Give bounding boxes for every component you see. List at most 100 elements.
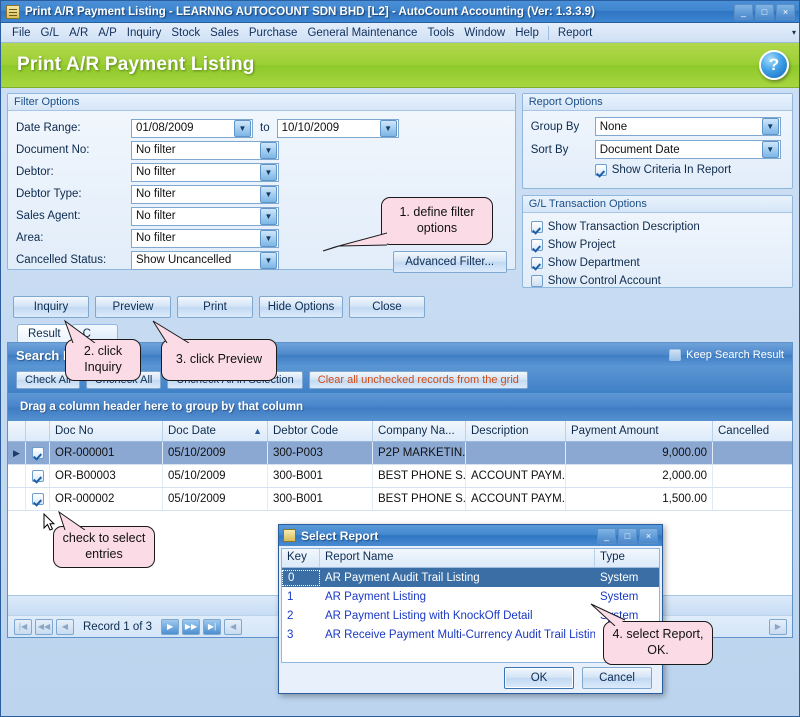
chevron-down-icon[interactable]: ▼: [761, 141, 779, 158]
callout-check-to-select-entries: check to select entries: [53, 526, 155, 568]
chevron-down-icon[interactable]: ▾: [792, 28, 796, 37]
scroll-right-icon[interactable]: ▶: [769, 618, 787, 635]
keep-search-result-label: Keep Search Result: [686, 349, 784, 361]
row-checkbox[interactable]: [26, 442, 50, 464]
group-by-select[interactable]: None ▼: [594, 117, 781, 136]
dialog-icon: [283, 529, 296, 542]
menu-gl[interactable]: G/L: [36, 25, 65, 41]
callout-tail-5: [590, 603, 626, 626]
grid-header-cancelled[interactable]: Cancelled: [713, 421, 800, 441]
close-button[interactable]: Close: [349, 296, 425, 318]
chevron-down-icon[interactable]: ▼: [260, 251, 277, 269]
print-button[interactable]: Print: [177, 296, 253, 318]
gl-options-body: Show Transaction Description Show Projec…: [523, 213, 792, 295]
grid-header-company-name[interactable]: Company Na...: [373, 421, 466, 441]
callout-define-filter-options: 1. define filter options: [381, 197, 493, 245]
area-select[interactable]: No filter ▼: [131, 228, 279, 248]
grid-header-debtor-code[interactable]: Debtor Code: [268, 421, 373, 441]
table-row[interactable]: ▶ OR-000001 05/10/2009 300-P003 P2P MARK…: [8, 442, 792, 465]
callout-tail-4: [58, 510, 86, 530]
menu-ar[interactable]: A/R: [64, 25, 93, 41]
checkbox-icon: [31, 493, 44, 505]
maximize-icon[interactable]: □: [755, 3, 774, 20]
show-criteria-checkbox[interactable]: Show Criteria In Report: [531, 161, 784, 179]
minimize-icon[interactable]: _: [734, 3, 753, 20]
menu-window[interactable]: Window: [459, 25, 510, 41]
menu-tools[interactable]: Tools: [422, 25, 459, 41]
keep-search-result-checkbox[interactable]: Keep Search Result: [669, 349, 784, 361]
chevron-down-icon[interactable]: ▼: [260, 207, 277, 225]
chevron-down-icon[interactable]: ▼: [260, 185, 277, 203]
debtor-select[interactable]: No filter ▼: [131, 162, 279, 182]
menu-sales[interactable]: Sales: [205, 25, 244, 41]
first-record-icon[interactable]: |◀: [14, 618, 32, 635]
chevron-down-icon[interactable]: ▼: [260, 163, 277, 181]
menu-stock[interactable]: Stock: [166, 25, 205, 41]
grid-header-checkbox[interactable]: [26, 421, 50, 441]
hide-options-button[interactable]: Hide Options: [259, 296, 343, 318]
dialog-maximize-icon[interactable]: □: [618, 527, 637, 544]
clear-unchecked-records-button[interactable]: Clear all unchecked records from the gri…: [308, 371, 528, 389]
chevron-down-icon[interactable]: ▼: [761, 118, 779, 135]
report-header-name[interactable]: Report Name: [320, 549, 595, 567]
chevron-down-icon[interactable]: ▼: [260, 141, 277, 159]
menu-general-maintenance[interactable]: General Maintenance: [302, 25, 422, 41]
group-by-drop-area[interactable]: Drag a column header here to group by th…: [8, 393, 792, 421]
table-row[interactable]: OR-000002 05/10/2009 300-B001 BEST PHONE…: [8, 488, 792, 511]
previous-page-icon[interactable]: ◀◀: [35, 618, 53, 635]
menu-file[interactable]: File: [7, 25, 36, 41]
last-record-icon[interactable]: ▶|: [203, 618, 222, 635]
date-from-input[interactable]: 01/08/2009 ▼: [131, 118, 253, 138]
navigator-extra-icon[interactable]: ◀: [224, 618, 243, 635]
next-record-icon[interactable]: ▶: [161, 618, 180, 635]
preview-button[interactable]: Preview: [95, 296, 171, 318]
help-icon[interactable]: ?: [759, 50, 789, 80]
chevron-down-icon[interactable]: ▼: [379, 119, 397, 137]
debtor-type-select[interactable]: No filter ▼: [131, 184, 279, 204]
cancelled-status-select[interactable]: Show Uncancelled ▼: [131, 250, 279, 270]
show-transaction-description-checkbox[interactable]: Show Transaction Description: [530, 218, 784, 236]
row-checkbox[interactable]: [26, 465, 50, 487]
advanced-filter-button[interactable]: Advanced Filter...: [392, 251, 507, 273]
show-control-account-checkbox[interactable]: Show Control Account: [530, 272, 784, 290]
report-key: 2: [287, 609, 294, 622]
close-icon[interactable]: ×: [776, 3, 795, 20]
table-row[interactable]: OR-B00003 05/10/2009 300-B001 BEST PHONE…: [8, 465, 792, 488]
document-no-select[interactable]: No filter ▼: [131, 140, 279, 160]
dialog-close-icon[interactable]: ×: [639, 527, 658, 544]
show-department-checkbox[interactable]: Show Department: [530, 254, 784, 272]
next-page-icon[interactable]: ▶▶: [182, 618, 201, 635]
report-key: 3: [287, 628, 294, 641]
row-checkbox[interactable]: [26, 488, 50, 510]
chevron-down-icon[interactable]: ▼: [260, 229, 277, 247]
grid-header-row: Doc No Doc Date ▲ Debtor Code Company Na…: [8, 421, 792, 442]
inquiry-button[interactable]: Inquiry: [13, 296, 89, 318]
grid-header-doc-date-label: Doc Date: [168, 425, 216, 437]
report-list-item[interactable]: 0 AR Payment Audit Trail Listing System: [282, 568, 659, 587]
report-name: AR Payment Audit Trail Listing: [325, 571, 480, 584]
date-to-input[interactable]: 10/10/2009 ▼: [276, 118, 399, 138]
chevron-down-icon[interactable]: ▼: [234, 119, 251, 137]
menu-purchase[interactable]: Purchase: [244, 25, 303, 41]
cancel-button[interactable]: Cancel: [582, 667, 652, 689]
gl-options-legend: G/L Transaction Options: [522, 196, 792, 213]
grid-header-indicator: [8, 421, 26, 441]
grid-header-doc-date[interactable]: Doc Date ▲: [163, 421, 268, 441]
grid-header-description[interactable]: Description: [466, 421, 566, 441]
menu-report[interactable]: Report: [553, 25, 598, 41]
report-list-header: Key Report Name Type: [282, 549, 659, 568]
menu-inquiry[interactable]: Inquiry: [122, 25, 167, 41]
window-titlebar: Print A/R Payment Listing - LEARNNG AUTO…: [1, 1, 799, 23]
menu-help[interactable]: Help: [510, 25, 544, 41]
report-header-type[interactable]: Type: [595, 549, 659, 567]
grid-header-payment-amount[interactable]: Payment Amount: [566, 421, 713, 441]
sort-by-select[interactable]: Document Date ▼: [594, 140, 781, 159]
grid-header-doc-no[interactable]: Doc No: [50, 421, 163, 441]
ok-button[interactable]: OK: [504, 667, 574, 689]
show-project-checkbox[interactable]: Show Project: [530, 236, 784, 254]
previous-record-icon[interactable]: ◀: [56, 618, 74, 635]
sales-agent-select[interactable]: No filter ▼: [131, 206, 279, 226]
dialog-minimize-icon[interactable]: _: [597, 527, 616, 544]
report-header-key[interactable]: Key: [282, 549, 320, 567]
menu-ap[interactable]: A/P: [93, 25, 122, 41]
